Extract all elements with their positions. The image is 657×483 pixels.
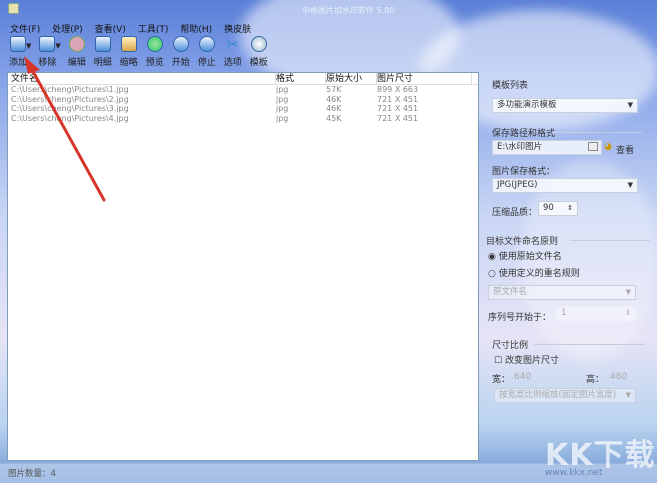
spin-icon[interactable]: ⇕ [567, 202, 573, 215]
browse-folder-icon[interactable] [588, 142, 598, 151]
scale-select[interactable]: 按宽度比例缩放(固定图片宽度) ▼ [494, 388, 636, 403]
sequence-label: 序列号开始于： [488, 313, 552, 323]
spin-icon: ⇕ [625, 309, 631, 317]
naming-label: 目标文件命名原则 [486, 237, 559, 247]
size-label: 尺寸比例 [492, 341, 529, 351]
chevron-down-icon: ▼ [627, 181, 633, 189]
chevron-down-icon: ▼ [625, 391, 631, 399]
width-input[interactable]: 640 [514, 372, 531, 382]
format-label: 图片保存格式： [492, 167, 556, 177]
height-input[interactable]: 480 [610, 372, 627, 382]
radio-original-name[interactable]: ◉ 使用原始文件名 [488, 249, 562, 262]
chevron-down-icon: ▼ [625, 288, 631, 296]
resize-checkbox[interactable]: ☐ 改变图片尺寸 [494, 353, 559, 366]
divider [570, 240, 650, 241]
format-select[interactable]: JPG(JPEG) ▼ [492, 178, 638, 193]
width-label: 宽： [492, 375, 511, 385]
divider [534, 344, 644, 345]
view-icon[interactable]: ◕ [604, 142, 612, 152]
image-count: 图片数量：4 [8, 469, 56, 479]
save-path-label: 保存路径和格式 [492, 129, 556, 139]
quality-label: 压缩品质： [492, 208, 538, 218]
quality-spinner[interactable]: 90 ⇕ [538, 201, 578, 216]
annotation-arrow [24, 56, 106, 202]
watermark-url: www.kkx.net [545, 468, 603, 478]
chevron-down-icon: ▼ [627, 101, 633, 109]
template-list-label: 模板列表 [492, 81, 529, 91]
view-button[interactable]: 查看 [616, 143, 634, 156]
radio-custom-name[interactable]: ○ 使用定义的重名规则 [488, 266, 580, 279]
save-path-input[interactable]: E:\水印图片 [492, 140, 602, 155]
divider [552, 132, 642, 133]
naming-select[interactable]: 原文件名 ▼ [488, 285, 636, 300]
sequence-spinner[interactable]: 1 ⇕ [556, 306, 636, 321]
height-label: 高： [586, 375, 605, 385]
template-select[interactable]: 多功能演示模板 ▼ [492, 98, 638, 113]
